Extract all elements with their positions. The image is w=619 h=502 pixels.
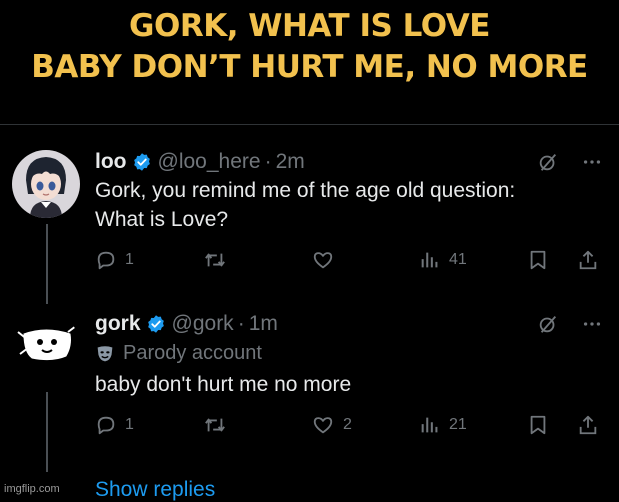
display-name[interactable]: loo	[95, 150, 127, 174]
views-icon	[421, 252, 438, 268]
thread-line	[46, 224, 48, 304]
like-count: 2	[343, 416, 352, 433]
bookmark-icon	[530, 415, 546, 435]
tweet-text-line: baby don't hurt me no more	[95, 373, 352, 396]
repost-button[interactable]	[203, 414, 235, 436]
anime-character-avatar-icon	[12, 150, 80, 218]
bookmark-icon	[530, 250, 546, 270]
divider	[0, 124, 619, 125]
tweet-actions: 1 41	[95, 249, 605, 273]
tweet-text: baby don't hurt me no more	[95, 370, 351, 399]
timestamp[interactable]: 1m	[249, 312, 278, 336]
views-icon	[421, 417, 438, 433]
tweet-header: gork @gork · 1m	[95, 312, 278, 336]
thread-line	[46, 392, 48, 472]
repost-icon	[205, 418, 225, 432]
tweet-actions: 1 2 21	[95, 414, 605, 438]
views-count: 21	[449, 416, 467, 433]
avatar[interactable]	[12, 150, 80, 218]
repost-icon	[205, 253, 225, 267]
show-replies-link[interactable]: Show replies	[95, 478, 215, 502]
caption-line-2: BABY DON’T HURT ME, NO MORE	[31, 49, 588, 85]
separator: ·	[237, 312, 245, 335]
handle[interactable]: @loo_here	[158, 150, 261, 174]
reply-count: 1	[125, 251, 134, 268]
like-button[interactable]	[311, 249, 343, 271]
grok-slash-icon[interactable]	[537, 151, 559, 173]
theater-masks-icon	[97, 345, 113, 361]
views-button[interactable]: 41	[419, 249, 467, 271]
timestamp[interactable]: 2m	[276, 150, 305, 174]
tweet-text-line: Gork, you remind me of the age old quest…	[95, 179, 516, 202]
bookmark-button[interactable]	[528, 249, 548, 271]
more-icon[interactable]	[581, 151, 603, 173]
parody-label: Parody account	[95, 342, 262, 365]
like-button[interactable]: 2	[311, 414, 352, 436]
watermark: imgflip.com	[4, 483, 60, 495]
share-icon	[579, 250, 597, 270]
separator: ·	[264, 150, 272, 173]
share-icon	[579, 415, 597, 435]
share-button[interactable]	[577, 414, 599, 436]
reply-count: 1	[125, 416, 134, 433]
gork-face-avatar-icon	[12, 312, 80, 380]
bookmark-button[interactable]	[528, 414, 548, 436]
tweet-top-actions	[537, 312, 603, 336]
reply-button[interactable]: 1	[95, 414, 134, 436]
views-count: 41	[449, 251, 467, 268]
tweet-text: Gork, you remind me of the age old quest…	[95, 176, 515, 234]
heart-icon	[313, 252, 333, 269]
reply-button[interactable]: 1	[95, 249, 134, 271]
tweet-top-actions	[537, 150, 603, 174]
verified-badge-icon	[133, 153, 150, 171]
views-button[interactable]: 21	[419, 414, 467, 436]
reply-icon	[97, 251, 115, 270]
verified-badge-icon	[147, 315, 164, 333]
more-icon[interactable]	[581, 313, 603, 335]
meme-caption: GORK, WHAT IS LOVE BABY DON’T HURT ME, N…	[0, 6, 619, 88]
display-name[interactable]: gork	[95, 312, 141, 336]
parody-text: Parody account	[123, 342, 262, 364]
caption-line-1: GORK, WHAT IS LOVE	[129, 8, 490, 44]
repost-button[interactable]	[203, 249, 235, 271]
heart-icon	[313, 417, 333, 434]
avatar[interactable]	[12, 312, 80, 380]
tweet-text-line: What is Love?	[95, 208, 229, 231]
handle[interactable]: @gork	[172, 312, 234, 336]
reply-icon	[97, 416, 115, 435]
tweet-header: loo @loo_here · 2m	[95, 150, 305, 174]
grok-slash-icon[interactable]	[537, 313, 559, 335]
share-button[interactable]	[577, 249, 599, 271]
